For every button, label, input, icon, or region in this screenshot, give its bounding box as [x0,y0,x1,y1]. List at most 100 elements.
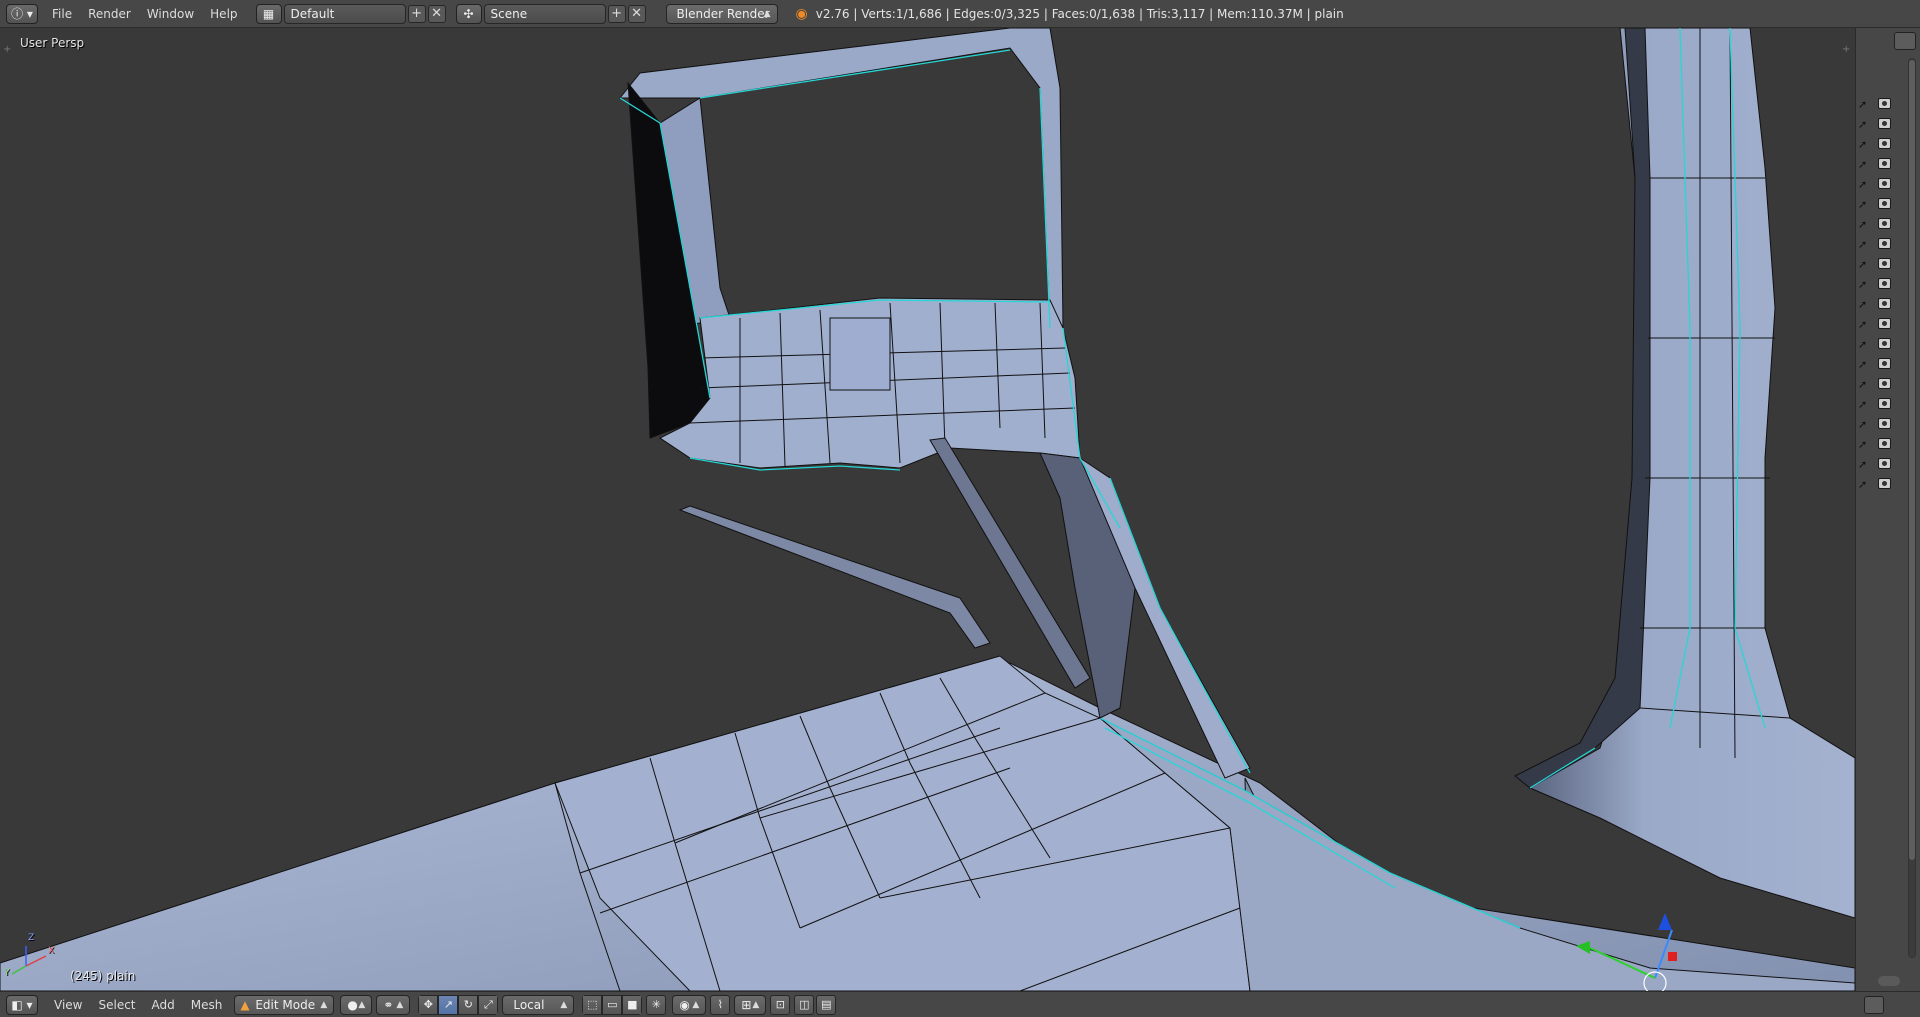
restrict-select-icon[interactable]: ➚ [1858,378,1868,391]
restrict-select-icon[interactable]: ➚ [1858,238,1868,251]
3d-viewport[interactable]: User Persp X Z Y (245) plain + + [0,28,1855,991]
restrict-select-icon[interactable]: ➚ [1858,398,1868,411]
editor-type-button[interactable]: ◧ ▾ [6,994,38,1015]
outliner-row[interactable]: ➚ [1858,475,1918,493]
render-engine-dropdown[interactable]: Blender Render ▲ [665,3,778,24]
face-select-icon[interactable]: ■ [622,994,643,1015]
limit-selection-icon[interactable]: ✳ [646,994,667,1015]
menu-add[interactable]: Add [144,995,183,1015]
corner-plus-icon[interactable]: + [3,44,11,55]
restrict-select-icon[interactable]: ➚ [1858,358,1868,371]
outliner-row[interactable]: ➚ [1858,415,1918,433]
snap-element-dropdown[interactable]: ⊞ ▲ [734,994,767,1015]
restrict-render-icon[interactable] [1878,438,1891,449]
outliner-row[interactable]: ➚ [1858,155,1918,173]
manipulator-toggle-icon[interactable]: ✥ [418,994,439,1015]
restrict-render-icon[interactable] [1878,218,1891,229]
restrict-select-icon[interactable]: ➚ [1858,158,1868,171]
outliner-row[interactable]: ➚ [1858,115,1918,133]
restrict-render-icon[interactable] [1878,298,1891,309]
editor-type-button[interactable]: ⓘ ▾ [6,3,38,24]
restrict-render-icon[interactable] [1878,358,1891,369]
outliner-row[interactable]: ➚ [1858,135,1918,153]
delete-scene-icon[interactable]: ✕ [627,4,646,23]
outliner-row[interactable]: ➚ [1858,435,1918,453]
menu-view[interactable]: View [46,995,90,1015]
outliner-row[interactable]: ➚ [1858,95,1918,113]
outliner-footer-icon[interactable] [1878,976,1900,986]
rotate-manipulator-icon[interactable]: ↻ [458,994,479,1015]
proportional-editing-dropdown[interactable]: ◉ ▲ [672,994,707,1015]
restrict-render-icon[interactable] [1878,278,1891,289]
menu-render[interactable]: Render [80,4,139,24]
restrict-render-icon[interactable] [1878,418,1891,429]
delete-layout-icon[interactable]: ✕ [427,4,446,23]
restrict-select-icon[interactable]: ➚ [1858,118,1868,131]
outliner-row[interactable]: ➚ [1858,195,1918,213]
outliner-row[interactable]: ➚ [1858,295,1918,313]
restrict-render-icon[interactable] [1878,118,1891,129]
restrict-render-icon[interactable] [1878,318,1891,329]
restrict-select-icon[interactable]: ➚ [1858,478,1868,491]
screen-layout-button[interactable]: ▦ [255,3,282,24]
restrict-select-icon[interactable]: ➚ [1858,218,1868,231]
restrict-render-icon[interactable] [1878,478,1891,489]
pivot-point-dropdown[interactable]: ⚭ ▲ [376,994,411,1015]
outliner-row[interactable]: ➚ [1858,335,1918,353]
restrict-render-icon[interactable] [1878,238,1891,249]
restrict-select-icon[interactable]: ➚ [1858,278,1868,291]
restrict-render-icon[interactable] [1878,378,1891,389]
add-scene-icon[interactable]: + [607,4,626,23]
screen-layout-field[interactable]: Default [283,3,406,24]
outliner-editor-icon[interactable] [1894,32,1916,50]
restrict-select-icon[interactable]: ➚ [1858,458,1868,471]
outliner-row[interactable]: ➚ [1858,455,1918,473]
menu-file[interactable]: File [44,4,80,24]
restrict-render-icon[interactable] [1878,138,1891,149]
outliner-row[interactable]: ➚ [1858,255,1918,273]
restrict-select-icon[interactable]: ➚ [1858,138,1868,151]
bottom-right-editor-icon[interactable] [1864,996,1884,1014]
restrict-select-icon[interactable]: ➚ [1858,318,1868,331]
restrict-render-icon[interactable] [1878,458,1891,469]
menu-window[interactable]: Window [139,4,202,24]
restrict-render-icon[interactable] [1878,398,1891,409]
edge-select-icon[interactable]: ▭ [602,994,623,1015]
outliner-row[interactable]: ➚ [1858,175,1918,193]
viewport-shading-dropdown[interactable]: ● ▲ [340,994,373,1015]
translate-manipulator-icon[interactable]: ↗ [438,994,459,1015]
restrict-render-icon[interactable] [1878,158,1891,169]
snap-target-icon[interactable]: ⊡ [770,994,791,1015]
corner-plus-icon[interactable]: + [1842,44,1850,55]
restrict-select-icon[interactable]: ➚ [1858,178,1868,191]
restrict-select-icon[interactable]: ➚ [1858,298,1868,311]
restrict-select-icon[interactable]: ➚ [1858,438,1868,451]
restrict-select-icon[interactable]: ➚ [1858,98,1868,111]
outliner-strip[interactable]: ➚ ➚ ➚ ➚ ➚ ➚ ➚ ➚ ➚ ➚ ➚ ➚ ➚ ➚ ➚ ➚ ➚ ➚ ➚ ➚ [1855,28,1920,991]
menu-select[interactable]: Select [90,995,143,1015]
scene-button[interactable]: ✣ [455,3,482,24]
restrict-select-icon[interactable]: ➚ [1858,258,1868,271]
menu-mesh[interactable]: Mesh [183,995,231,1015]
add-layout-icon[interactable]: + [407,4,426,23]
outliner-row[interactable]: ➚ [1858,275,1918,293]
restrict-render-icon[interactable] [1878,98,1891,109]
restrict-select-icon[interactable]: ➚ [1858,418,1868,431]
vertex-select-icon[interactable]: ⬚ [582,994,603,1015]
outliner-row[interactable]: ➚ [1858,375,1918,393]
scale-manipulator-icon[interactable]: ⤢ [478,994,499,1015]
scene-field[interactable]: Scene [483,3,606,24]
outliner-row[interactable]: ➚ [1858,395,1918,413]
restrict-render-icon[interactable] [1878,198,1891,209]
menu-help[interactable]: Help [202,4,245,24]
restrict-render-icon[interactable] [1878,258,1891,269]
restrict-select-icon[interactable]: ➚ [1858,338,1868,351]
outliner-row[interactable]: ➚ [1858,355,1918,373]
snap-toggle-icon[interactable]: ⌇ [710,994,731,1015]
outliner-row[interactable]: ➚ [1858,235,1918,253]
outliner-row[interactable]: ➚ [1858,215,1918,233]
transform-orientation-dropdown[interactable]: Local ▲ [502,994,575,1015]
restrict-select-icon[interactable]: ➚ [1858,198,1868,211]
outliner-row[interactable]: ➚ [1858,315,1918,333]
restrict-render-icon[interactable] [1878,178,1891,189]
